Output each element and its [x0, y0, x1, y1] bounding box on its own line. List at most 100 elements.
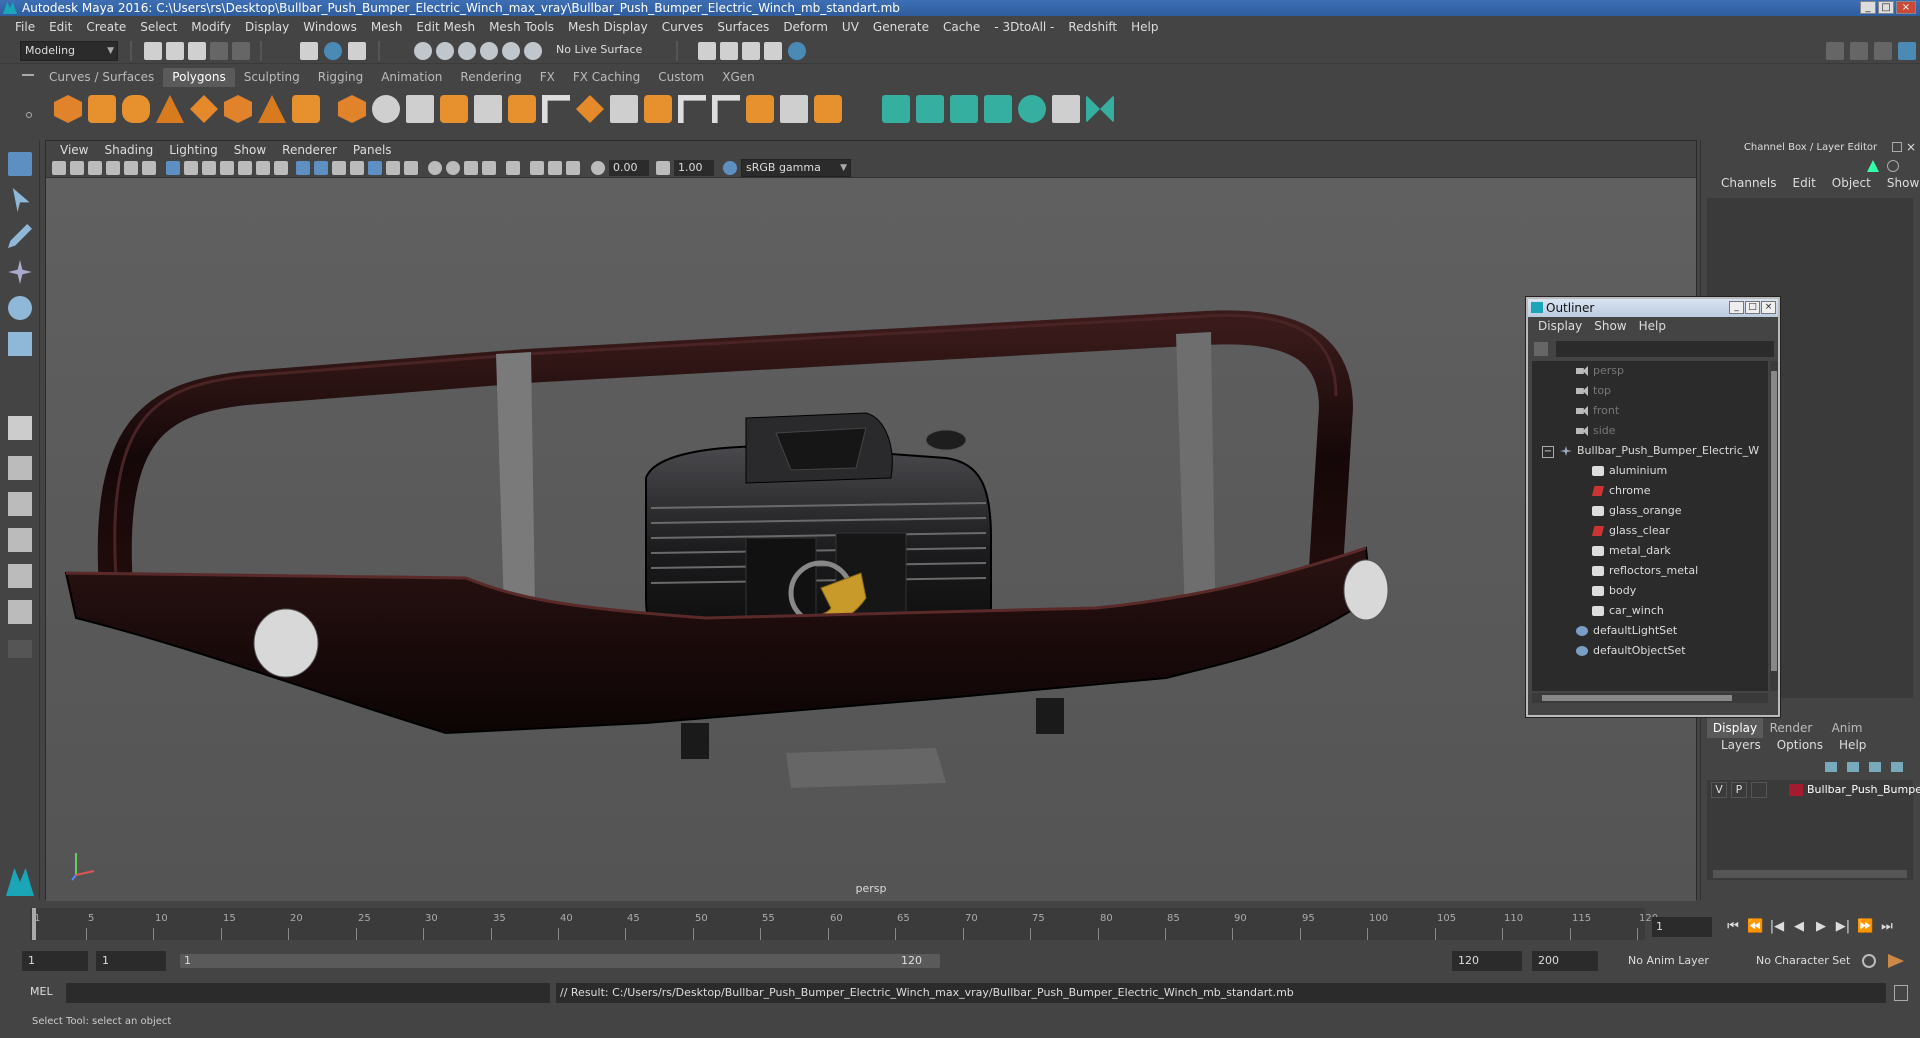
paint-select-icon[interactable] — [8, 224, 32, 248]
viewport-menu-show[interactable]: Show — [226, 143, 274, 157]
undo-icon[interactable] — [210, 42, 228, 60]
select-tool-icon[interactable] — [8, 152, 32, 176]
move-tool-icon[interactable] — [8, 260, 32, 284]
persp-outliner-layout-icon[interactable] — [8, 564, 32, 588]
ipr-render-icon[interactable] — [720, 42, 738, 60]
tab-rigging[interactable]: Rigging — [309, 68, 372, 87]
bevel-icon[interactable] — [542, 95, 570, 123]
modeling-toolkit-icon[interactable] — [1826, 42, 1844, 60]
screen-space-ao-icon[interactable] — [428, 161, 442, 175]
new-layer-selected-icon[interactable] — [1891, 762, 1903, 772]
lasso-tool-icon[interactable] — [12, 188, 30, 212]
outliner-item[interactable]: persp — [1576, 361, 1624, 381]
outliner-item[interactable]: glass_clear — [1592, 521, 1670, 541]
menu-surfaces[interactable]: Surfaces — [710, 20, 776, 34]
tab-animation[interactable]: Animation — [372, 68, 451, 87]
custom-layout-icon[interactable] — [8, 640, 32, 658]
grease-pencil-icon[interactable] — [142, 161, 156, 175]
menu-display[interactable]: Display — [238, 20, 296, 34]
3d-scene[interactable]: persp — [46, 178, 1696, 901]
viewport-menu-lighting[interactable]: Lighting — [161, 143, 226, 157]
menu-edit-mesh[interactable]: Edit Mesh — [409, 20, 482, 34]
playback-button[interactable]: ▶| — [1835, 917, 1851, 937]
shelf-settings-icon[interactable] — [26, 112, 32, 118]
outliner-item[interactable]: glass_orange — [1592, 501, 1681, 521]
menu-mesh[interactable]: Mesh — [364, 20, 410, 34]
hypershade-icon[interactable] — [764, 42, 782, 60]
side-by-side-layout-icon[interactable] — [8, 492, 32, 516]
depth-of-field-icon[interactable] — [482, 161, 496, 175]
render-settings-icon[interactable] — [742, 42, 760, 60]
outliner-titlebar[interactable]: Outliner _ □ × — [1528, 299, 1778, 317]
live-surface-field[interactable]: No Live Surface — [552, 41, 656, 61]
planar-uv-icon[interactable] — [882, 95, 910, 123]
poly-cube-icon[interactable] — [88, 95, 116, 123]
grid-icon[interactable] — [166, 161, 180, 175]
collapse-icon[interactable]: − — [1542, 446, 1554, 458]
outliner-item[interactable]: chrome — [1592, 481, 1651, 501]
field-chart-icon[interactable] — [238, 161, 252, 175]
outliner-item[interactable]: body — [1592, 581, 1636, 601]
outliner-menu-show[interactable]: Show — [1588, 319, 1632, 337]
camera-attributes-icon[interactable] — [70, 161, 84, 175]
menu-edit[interactable]: Edit — [42, 20, 79, 34]
gate-mask-icon[interactable] — [220, 161, 234, 175]
use-all-lights-icon[interactable] — [386, 161, 400, 175]
viewport-menu-shading[interactable]: Shading — [96, 143, 161, 157]
anti-aliasing-icon[interactable] — [464, 161, 478, 175]
single-pane-layout-icon[interactable] — [8, 416, 32, 440]
outliner-menu-help[interactable]: Help — [1633, 319, 1672, 337]
auto-key-icon[interactable] — [1862, 954, 1876, 968]
command-input[interactable] — [66, 983, 550, 1003]
attribute-icon[interactable] — [1867, 160, 1879, 172]
playback-button[interactable]: |◀ — [1769, 917, 1785, 937]
edge-loop-icon[interactable] — [678, 95, 706, 123]
transfer-attributes-icon[interactable] — [1086, 95, 1114, 123]
playback-button[interactable]: ⏭ — [1879, 917, 1895, 937]
xray-joints-icon[interactable] — [548, 161, 562, 175]
playback-button[interactable]: ⏩ — [1857, 917, 1873, 937]
tab-polygons[interactable]: Polygons — [163, 68, 235, 87]
tab-rendering[interactable]: Rendering — [451, 68, 530, 87]
tab-render-layers[interactable]: Render — [1763, 718, 1819, 738]
current-time-marker[interactable] — [32, 908, 36, 940]
exposure-field[interactable]: 0.00 — [609, 160, 649, 176]
target-weld-icon[interactable] — [712, 95, 740, 123]
poly-sphere-icon[interactable] — [54, 95, 82, 123]
mode-selector[interactable]: Modeling ▼ — [20, 41, 118, 61]
character-set-dropdown[interactable]: No Character Set — [1750, 951, 1870, 971]
xray-active-icon[interactable] — [566, 161, 580, 175]
layer-type-toggle[interactable] — [1751, 782, 1767, 798]
maya-home-icon[interactable] — [6, 868, 34, 896]
film-gate-icon[interactable] — [184, 161, 198, 175]
search-icon[interactable] — [1887, 160, 1899, 172]
outliner-item[interactable]: car_winch — [1592, 601, 1664, 621]
delete-edge-icon[interactable] — [814, 95, 842, 123]
outliner-menu-display[interactable]: Display — [1532, 319, 1588, 337]
layer-menu-help[interactable]: Help — [1831, 738, 1874, 756]
channel-menu-channels[interactable]: Channels — [1713, 176, 1785, 194]
poly-pipe-icon[interactable] — [292, 95, 320, 123]
scroll-thumb[interactable] — [1771, 371, 1777, 671]
poly-cylinder-icon[interactable] — [122, 95, 150, 123]
xray-icon[interactable] — [530, 161, 544, 175]
menu-generate[interactable]: Generate — [866, 20, 936, 34]
channel-menu-show[interactable]: Show — [1879, 176, 1920, 194]
gamma-icon[interactable] — [656, 161, 670, 175]
automatic-uv-icon[interactable] — [984, 95, 1012, 123]
uv-editor-icon[interactable] — [1018, 95, 1046, 123]
menu-curves[interactable]: Curves — [655, 20, 711, 34]
poly-plane-icon[interactable] — [190, 95, 218, 123]
layer-color-swatch[interactable] — [1789, 784, 1803, 796]
close-panel-icon[interactable]: × — [1906, 140, 1916, 154]
menu-mesh-tools[interactable]: Mesh Tools — [482, 20, 561, 34]
snap-surface-icon[interactable] — [480, 42, 498, 60]
playback-button[interactable]: ▶ — [1813, 917, 1829, 937]
minimize-button[interactable]: _ — [1860, 1, 1876, 14]
wireframe-on-shaded-icon[interactable] — [332, 161, 346, 175]
default-material-icon[interactable] — [350, 161, 364, 175]
append-icon[interactable] — [610, 95, 638, 123]
outliner-vscrollbar[interactable] — [1770, 361, 1778, 691]
tab-curves-surfaces[interactable]: Curves / Surfaces — [40, 68, 163, 87]
multi-cut-icon[interactable] — [644, 95, 672, 123]
